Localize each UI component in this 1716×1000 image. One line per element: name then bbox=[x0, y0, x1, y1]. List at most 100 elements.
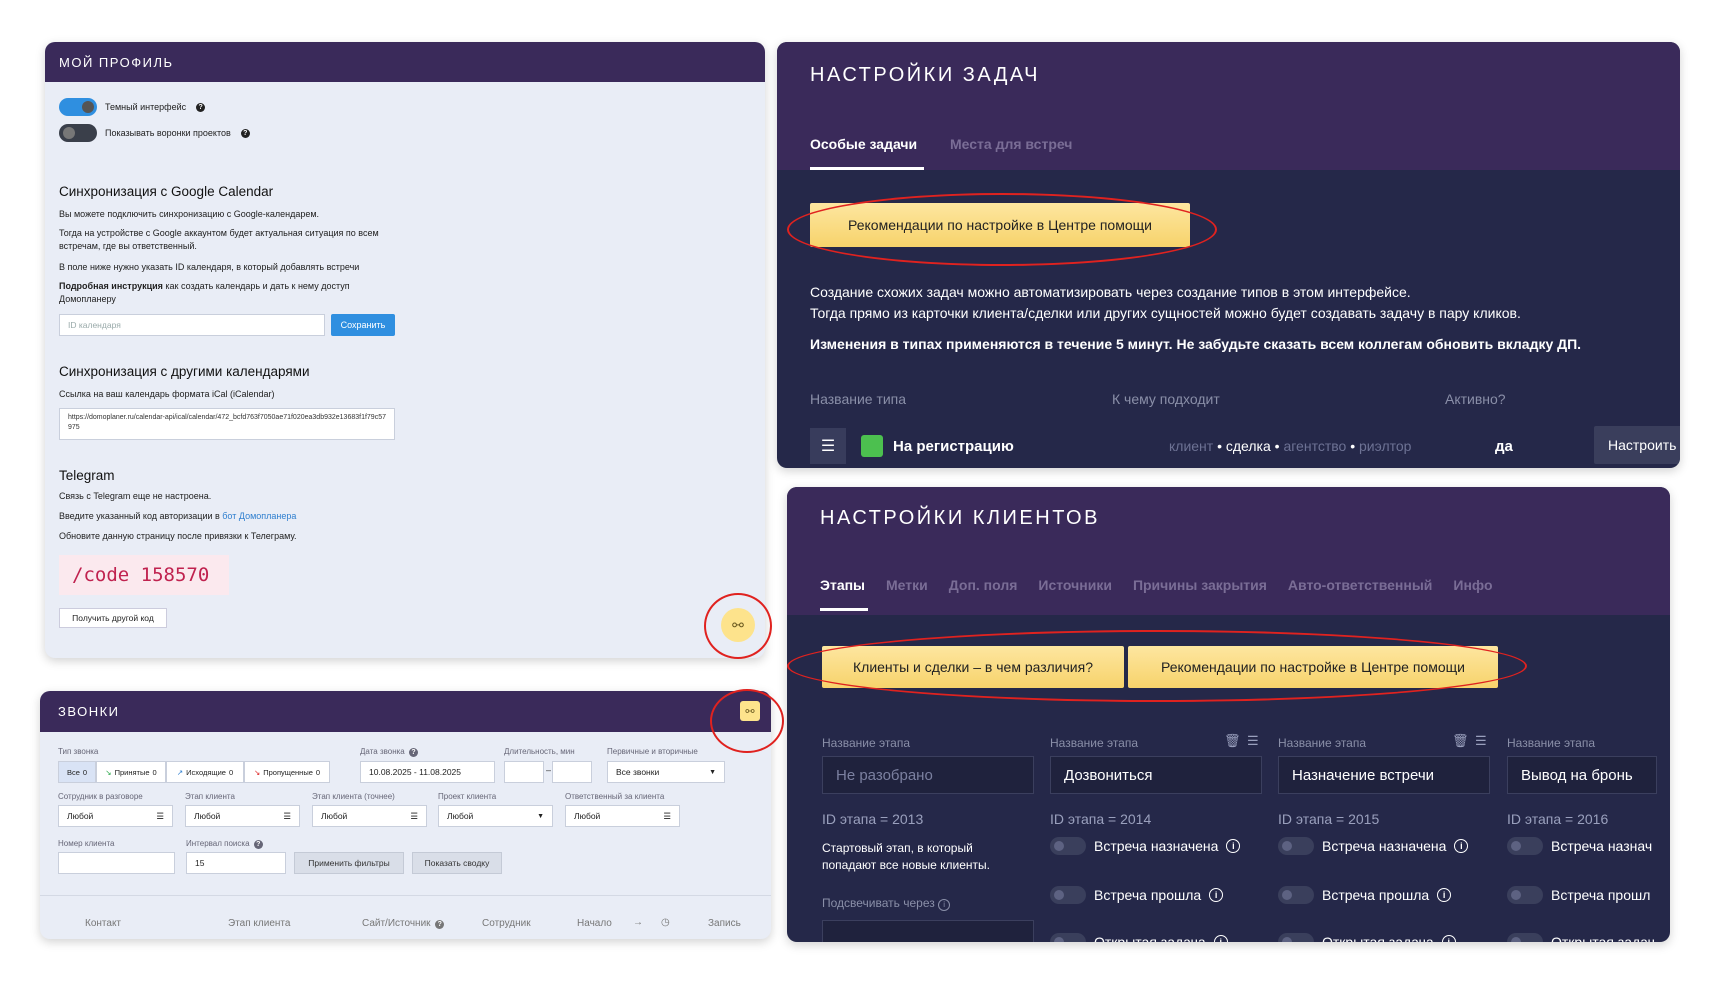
tab-tags[interactable]: Метки bbox=[886, 577, 928, 593]
new-code-button[interactable]: Получить другой код bbox=[59, 608, 167, 628]
stage-exact-select[interactable]: Любой ☰ bbox=[312, 805, 427, 827]
employee-select[interactable]: Любой ☰ bbox=[58, 805, 173, 827]
dark-mode-toggle[interactable] bbox=[59, 98, 97, 116]
stage-label: Название этапа bbox=[1278, 736, 1367, 750]
toggle-switch[interactable] bbox=[1050, 837, 1086, 855]
fits-item: клиент bbox=[1169, 438, 1214, 454]
toggle-switch[interactable] bbox=[1278, 886, 1314, 904]
col-contact[interactable]: Контакт bbox=[85, 918, 121, 929]
configure-button[interactable]: Настроить bbox=[1594, 426, 1680, 464]
col-start[interactable]: Начало bbox=[577, 918, 612, 929]
desc-line: Создание схожих задач можно автоматизиро… bbox=[810, 284, 1411, 300]
stage-select[interactable]: Любой ☰ bbox=[185, 805, 300, 827]
seg-label: Пропущенные bbox=[263, 767, 313, 777]
project-select[interactable]: Любой ▼ bbox=[438, 805, 553, 827]
tab-special-tasks[interactable]: Особые задачи bbox=[810, 136, 917, 152]
primary-select[interactable]: Все звонки ▼ bbox=[607, 761, 725, 783]
toggle-row-dark[interactable]: Темный интерфейс? bbox=[59, 98, 206, 116]
bullet-separator: • bbox=[1346, 438, 1359, 454]
stage-name-input[interactable]: Дозвониться bbox=[1050, 756, 1262, 794]
tab-close-reasons[interactable]: Причины закрытия bbox=[1133, 577, 1267, 593]
toggle-meet-done[interactable]: Встреча прошл bbox=[1507, 886, 1650, 904]
tab-stages[interactable]: Этапы bbox=[820, 577, 865, 593]
toggle-open-task[interactable]: Открытая задача i bbox=[1278, 933, 1456, 942]
drag-handle-icon[interactable]: ☰ bbox=[810, 428, 846, 464]
filter-label: Тип звонка bbox=[58, 747, 99, 756]
arrow-right-icon: → bbox=[633, 917, 643, 928]
toggle-open-task[interactable]: Открытая задача i bbox=[1050, 933, 1228, 942]
text: В поле ниже нужно указать ID календаря, … bbox=[59, 262, 360, 272]
apply-filters-button[interactable]: Применить фильтры bbox=[294, 852, 404, 874]
info-icon[interactable]: i bbox=[1209, 888, 1224, 902]
toggle-meet-done[interactable]: Встреча прошла i bbox=[1278, 886, 1452, 904]
toggle-row-funnels[interactable]: Показывать воронки проектов? bbox=[59, 124, 250, 142]
toggle-open-task[interactable]: Открытая задач bbox=[1507, 933, 1655, 942]
stage-name-input[interactable]: Назначение встречи bbox=[1278, 756, 1490, 794]
type-color-swatch[interactable] bbox=[861, 435, 883, 457]
question-icon[interactable]: ? bbox=[240, 128, 250, 138]
toggle-switch[interactable] bbox=[1050, 886, 1086, 904]
info-icon[interactable]: i bbox=[1213, 935, 1228, 942]
info-icon[interactable]: i bbox=[1437, 888, 1452, 902]
col-record[interactable]: Запись bbox=[708, 918, 741, 929]
toggle-label: Открытая задача bbox=[1094, 934, 1206, 942]
responsible-select[interactable]: Любой ☰ bbox=[565, 805, 680, 827]
funnels-toggle[interactable] bbox=[59, 124, 97, 142]
question-icon[interactable]: ? bbox=[196, 102, 206, 112]
question-icon[interactable]: ? bbox=[435, 920, 445, 929]
col-type-name: Название типа bbox=[810, 391, 907, 407]
toggle-label: Встреча назнач bbox=[1551, 838, 1653, 854]
phone-input[interactable] bbox=[58, 852, 175, 874]
tab-auto-responsible[interactable]: Авто-ответственный bbox=[1288, 577, 1433, 593]
tab-meeting-places[interactable]: Места для встреч bbox=[950, 136, 1072, 152]
stage-name-input[interactable]: Вывод на бронь bbox=[1507, 756, 1657, 794]
toggle-meet-set[interactable]: Встреча назнач bbox=[1507, 837, 1652, 855]
toggle-switch[interactable] bbox=[1507, 933, 1543, 942]
type-accepted[interactable]: ↘ Принятые 0 bbox=[96, 761, 166, 783]
save-button[interactable]: Сохранить bbox=[331, 314, 395, 336]
toggle-label: Встреча прошла bbox=[1322, 887, 1430, 903]
toggle-meet-done[interactable]: Встреча прошла i bbox=[1050, 886, 1224, 904]
trash-icon[interactable]: 🗑 bbox=[1224, 733, 1241, 749]
info-icon[interactable]: i bbox=[1226, 839, 1241, 853]
highlight-input[interactable] bbox=[822, 920, 1034, 942]
duration-max-input[interactable] bbox=[552, 761, 592, 783]
show-summary-button[interactable]: Показать сводку bbox=[412, 852, 502, 874]
toggle-switch[interactable] bbox=[1507, 886, 1543, 904]
info-icon[interactable]: i bbox=[1454, 839, 1469, 853]
toggle-switch[interactable] bbox=[1050, 933, 1086, 942]
toggle-switch[interactable] bbox=[1278, 837, 1314, 855]
seg-count: 0 bbox=[82, 767, 88, 777]
toggle-meet-set[interactable]: Встреча назначена i bbox=[1050, 837, 1241, 855]
question-icon[interactable]: ? bbox=[253, 840, 263, 849]
tab-extra-fields[interactable]: Доп. поля bbox=[949, 577, 1018, 593]
question-icon[interactable]: ? bbox=[409, 748, 418, 757]
info-icon[interactable]: i bbox=[938, 898, 951, 911]
stage-label: Название этапа bbox=[822, 736, 911, 750]
interval-input[interactable]: 15 bbox=[186, 852, 286, 874]
info-icon[interactable]: i bbox=[1441, 935, 1456, 942]
trash-icon[interactable]: 🗑 bbox=[1452, 733, 1469, 749]
drag-handle-icon[interactable]: ☰ bbox=[1475, 733, 1487, 749]
tab-info[interactable]: Инфо bbox=[1453, 577, 1492, 593]
ical-url-field[interactable]: https://domoplaner.ru/calendar-api/ical/… bbox=[59, 408, 395, 440]
type-outgoing[interactable]: ↗ Исходящие 0 bbox=[166, 761, 244, 783]
type-all[interactable]: Все 0 bbox=[58, 761, 96, 783]
instruction-link[interactable]: Подробная инструкция bbox=[59, 281, 163, 291]
type-missed[interactable]: ↘ Пропущенные 0 bbox=[244, 761, 330, 783]
tab-sources[interactable]: Источники bbox=[1038, 577, 1112, 593]
toggle-meet-set[interactable]: Встреча назначена i bbox=[1278, 837, 1469, 855]
bot-link[interactable]: бот Домопланера bbox=[222, 511, 296, 521]
col-source[interactable]: Сайт/Источник ? bbox=[362, 918, 445, 929]
toggle-switch[interactable] bbox=[1507, 837, 1543, 855]
toggle-switch[interactable] bbox=[1278, 933, 1314, 942]
filter-label: Первичные и вторичные bbox=[607, 747, 698, 756]
calendar-id-input[interactable]: ID календаря bbox=[59, 314, 325, 336]
duration-min-input[interactable] bbox=[504, 761, 544, 783]
date-range-input[interactable]: 10.08.2025 - 11.08.2025 bbox=[360, 761, 495, 783]
text: Связь с Telegram еще не настроена. bbox=[59, 491, 212, 501]
col-stage[interactable]: Этап клиента bbox=[228, 918, 290, 929]
stage-name-input[interactable]: Не разобрано bbox=[822, 756, 1034, 794]
drag-handle-icon[interactable]: ☰ bbox=[1247, 733, 1259, 749]
col-employee[interactable]: Сотрудник bbox=[482, 918, 531, 929]
